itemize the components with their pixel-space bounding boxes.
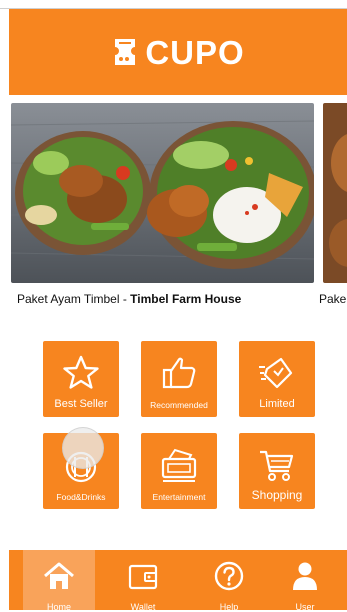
food-photo-next [323,103,347,283]
status-bar-edge [0,0,347,9]
category-label: Best Seller [54,398,108,410]
category-label: Limited [259,398,295,410]
nav-wallet[interactable]: Wallet [107,550,179,612]
promo-caption-next-text: Pake [319,292,347,306]
nav-help[interactable]: Help [193,550,265,612]
nav-label: User [295,602,315,612]
nav-label: Home [46,602,71,612]
app-header: CUPO [9,9,347,95]
promo-merchant-name: Timbel Farm House [130,292,242,306]
category-recommended[interactable]: Recommended [141,341,217,417]
nav-label: Wallet [130,602,156,612]
thumbs-up-icon [162,357,196,389]
bottom-nav: Home Wallet Help User [9,550,347,612]
logo-text: CUPO [145,33,245,71]
touch-indicator [62,427,104,469]
category-limited[interactable]: Limited [239,341,315,417]
nav-home[interactable]: Home [23,550,95,612]
promo-image-next[interactable] [323,103,347,283]
nav-user[interactable]: User [269,550,341,612]
star-icon [63,355,99,389]
ticket-icon [161,448,197,482]
category-shopping[interactable]: Shopping [239,433,315,509]
wallet-icon [128,564,158,590]
category-entertainment[interactable]: Entertainment [141,433,217,509]
app-logo: CUPO [111,35,244,69]
promo-image-ayam-timbel[interactable] [11,103,314,283]
promo-caption: Paket Ayam Timbel - Timbel Farm House [17,292,241,306]
ticket-logo-icon [115,39,136,65]
help-icon [214,561,244,591]
promo-carousel[interactable]: Paket Ayam Timbel - Timbel Farm House Pa… [11,103,347,313]
nav-label: Help [219,602,239,612]
category-label: Entertainment [152,492,206,502]
limited-tag-icon [259,357,293,389]
category-label: Shopping [251,488,303,502]
home-icon [44,562,74,589]
category-label: Recommended [150,400,208,410]
food-photo [11,103,314,283]
promo-caption-next: Pake [319,292,346,306]
category-label: Food&Drinks [56,492,106,502]
shopping-cart-icon [260,450,294,481]
promo-caption-text: Paket Ayam Timbel - [17,292,131,306]
category-best-seller[interactable]: Best Seller [43,341,119,417]
user-icon [293,562,317,590]
